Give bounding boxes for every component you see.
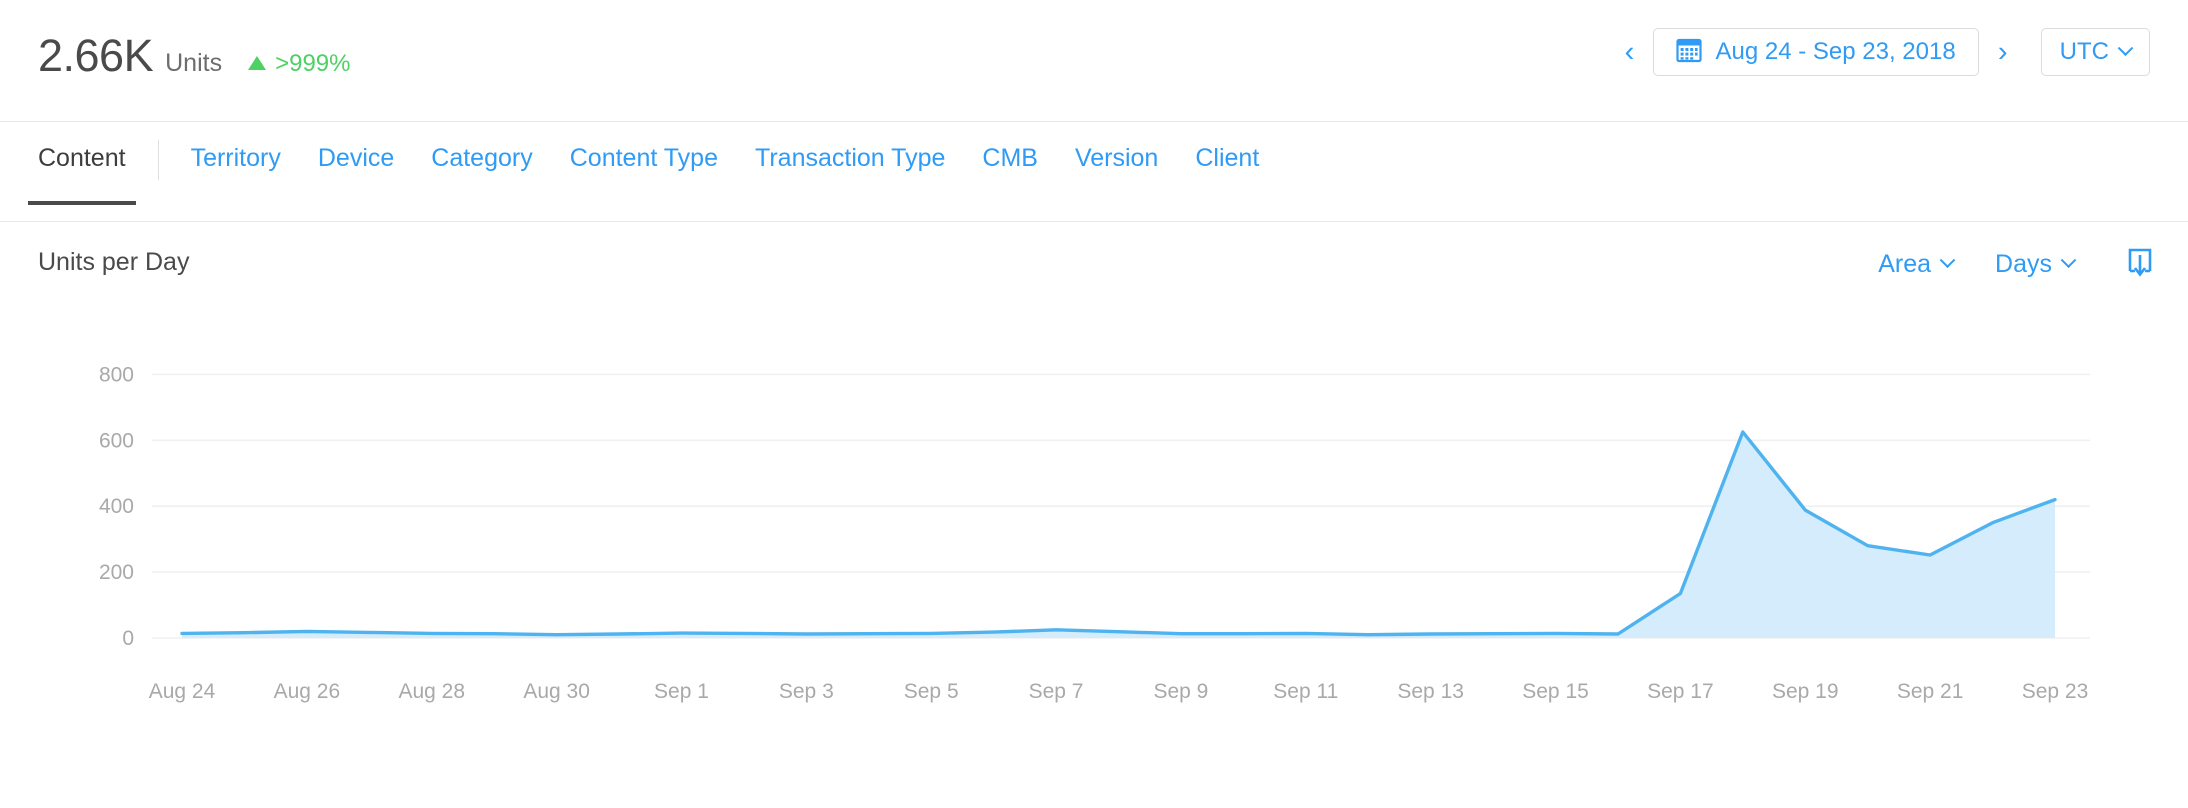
x-axis-tick-label: Aug 30 <box>523 680 590 703</box>
x-axis-tick-label: Aug 26 <box>274 680 341 703</box>
kpi-unit-label: Units <box>165 49 223 77</box>
x-axis-tick-label: Sep 17 <box>1647 680 1714 703</box>
tab-list: Content Territory Device Category Content Ty… <box>28 122 1296 221</box>
chart-toolbar: Units per Day Area Days <box>0 222 2188 302</box>
x-axis-tick-label: Sep 3 <box>779 680 834 703</box>
x-axis-tick-label: Sep 15 <box>1522 680 1589 703</box>
x-axis-tick-label: Sep 1 <box>654 680 709 703</box>
kpi-value: 2.66K <box>38 30 154 81</box>
chevron-down-icon <box>2060 252 2077 269</box>
tab-territory[interactable]: Territory <box>191 144 281 205</box>
page-header: 2.66K Units >999% ‹ Aug 24 - Sep 23, 201… <box>0 0 2188 122</box>
chevron-down-icon <box>1939 252 1956 269</box>
tab-content[interactable]: Content <box>28 144 136 205</box>
y-axis-tick-label: 0 <box>122 627 134 650</box>
interval-selector[interactable]: Days <box>1995 250 2077 279</box>
calendar-icon <box>1676 37 1703 68</box>
x-axis-tick-label: Sep 11 <box>1273 680 1338 703</box>
chart-title: Units per Day <box>38 248 190 276</box>
date-range-text: Aug 24 - Sep 23, 2018 <box>1715 38 1956 65</box>
export-button[interactable] <box>2126 246 2154 283</box>
tab-client[interactable]: Client <box>1195 144 1259 205</box>
tab-content-type[interactable]: Content Type <box>570 144 718 205</box>
x-axis-tick-label: Aug 24 <box>149 680 216 703</box>
tab-cmb[interactable]: CMB <box>982 144 1038 205</box>
y-axis-tick-label: 600 <box>99 429 134 452</box>
chart-type-label: Area <box>1878 250 1932 278</box>
x-axis-tick-label: Sep 9 <box>1153 680 1208 703</box>
kpi-delta: >999% <box>248 50 350 78</box>
timezone-label: UTC <box>2059 38 2109 65</box>
kpi-delta-value: >999% <box>275 50 351 77</box>
area-fill <box>182 432 2055 638</box>
tab-divider <box>157 140 159 180</box>
previous-period-button[interactable]: ‹ <box>1613 30 1645 74</box>
y-axis-tick-label: 200 <box>99 561 134 584</box>
chart-action-group: Area Days <box>1836 246 2154 283</box>
x-axis-tick-label: Sep 21 <box>1897 680 1964 703</box>
interval-label: Days <box>1995 250 2052 278</box>
tab-transaction-type[interactable]: Transaction Type <box>755 144 945 205</box>
x-axis-tick-label: Sep 23 <box>2022 680 2089 703</box>
trend-up-arrow-icon <box>248 56 267 70</box>
timezone-selector[interactable]: UTC <box>2040 28 2150 76</box>
tab-bar: Content Territory Device Category Content Ty… <box>0 122 2188 222</box>
tab-device[interactable]: Device <box>318 144 394 205</box>
x-axis-tick-label: Sep 19 <box>1772 680 1839 703</box>
x-axis-tick-label: Aug 28 <box>398 680 465 703</box>
export-download-icon <box>2126 246 2154 283</box>
x-axis-tick-label: Sep 7 <box>1029 680 1084 703</box>
y-axis-tick-label: 800 <box>99 363 134 386</box>
units-per-day-area-chart[interactable]: 0 200 400 600 800 Aug 24 Aug 26 Aug 28 Aug 30 Sep… <box>0 302 2188 802</box>
x-axis-tick-label: Sep 5 <box>904 680 959 703</box>
chevron-down-icon <box>2117 39 2134 56</box>
y-axis-tick-label: 400 <box>99 495 134 518</box>
kpi-summary: 2.66K Units >999% <box>38 30 350 82</box>
chart-container: 0 200 400 600 800 Aug 24 Aug 26 Aug 28 Aug 30 Sep… <box>0 302 2188 802</box>
chart-type-selector[interactable]: Area <box>1878 250 1956 279</box>
tab-version[interactable]: Version <box>1075 144 1158 205</box>
date-range-controls: ‹ Aug 24 - Sep 23, 2018 › UTC <box>1613 28 2150 76</box>
x-axis-tick-label: Sep 13 <box>1397 680 1464 703</box>
next-period-button[interactable]: › <box>1987 30 2019 74</box>
tab-category[interactable]: Category <box>431 144 532 205</box>
date-range-picker[interactable]: Aug 24 - Sep 23, 2018 <box>1653 28 1979 76</box>
